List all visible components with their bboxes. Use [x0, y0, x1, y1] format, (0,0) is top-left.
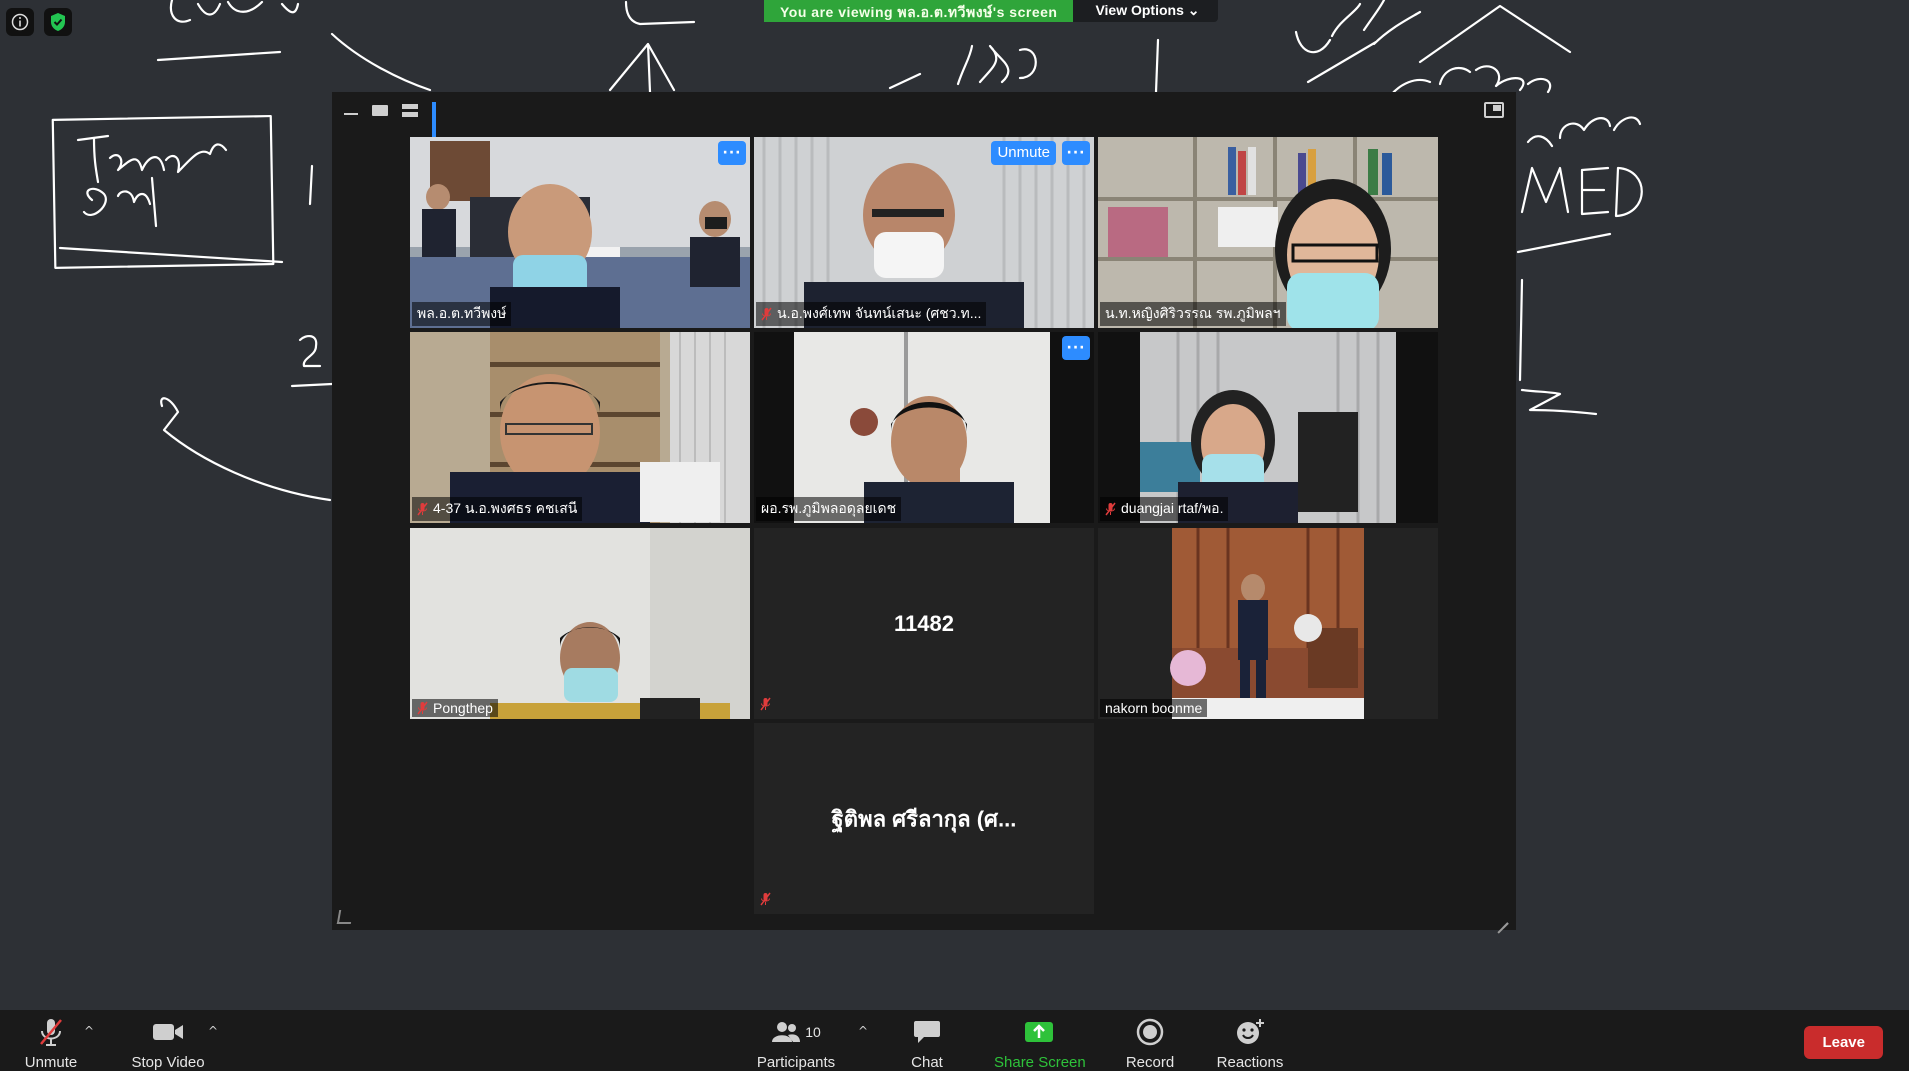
chat-label: Chat	[911, 1054, 943, 1071]
minimize-icon[interactable]	[344, 113, 358, 115]
participant-name: nakorn boonme	[1100, 699, 1208, 717]
participant-display-name: 11482	[894, 610, 954, 636]
video-options-caret-icon[interactable]: ^	[208, 1024, 218, 1038]
participant-name: duangjai rtaf/พอ.	[1100, 497, 1229, 521]
participant-name: น.ท.หญิงศิริวรรณ รพ.ภูมิพลฯ	[1100, 302, 1286, 326]
more-options-button[interactable]: ···	[1062, 336, 1090, 360]
participants-button[interactable]: 10 Participants	[754, 1016, 838, 1071]
strip-view-icon[interactable]	[402, 103, 418, 117]
participant-video	[1098, 332, 1438, 523]
layout-switcher	[344, 102, 448, 138]
record-button[interactable]: Record	[1124, 1016, 1176, 1071]
unmute-button[interactable]: Unmute	[20, 1016, 82, 1071]
participant-video	[410, 528, 750, 719]
video-camera-icon	[130, 1016, 206, 1048]
resize-handle-right[interactable]	[1496, 912, 1508, 924]
participants-options-caret-icon[interactable]: ^	[858, 1024, 868, 1038]
video-tile[interactable]: ฐิติพล ศรีลากุล (ศ...	[754, 723, 1094, 914]
resize-handle-left[interactable]	[336, 910, 354, 924]
participant-name-text: น.ท.หญิงศิริวรรณ รพ.ภูมิพลฯ	[1105, 305, 1281, 321]
participants-icon: 10	[754, 1016, 838, 1048]
mic-muted-icon	[760, 891, 771, 910]
stop-video-label: Stop Video	[131, 1054, 205, 1071]
participant-name-text: 4-37 น.อ.พงศธร คชเสนี	[433, 500, 578, 516]
gallery-grid-icon[interactable]	[432, 102, 448, 138]
video-tile[interactable]: nakorn boonme	[1098, 528, 1438, 719]
stop-video-button[interactable]: Stop Video	[130, 1016, 206, 1071]
chat-bubble-icon	[902, 1016, 952, 1048]
mic-muted-icon	[417, 701, 428, 715]
screen-share-banner: You are viewing พล.อ.ต.ทวีพงษ์'s screen …	[764, 0, 1218, 22]
participant-name-text: ผอ.รพ.ภูมิพลอดุลยเดช	[761, 500, 897, 516]
audio-options-caret-icon[interactable]: ^	[84, 1024, 94, 1038]
mic-muted-icon	[760, 696, 771, 715]
shield-icon[interactable]	[44, 8, 72, 36]
unmute-label: Unmute	[24, 1054, 78, 1071]
chat-button[interactable]: Chat	[902, 1016, 952, 1071]
info-icon[interactable]	[6, 8, 34, 36]
more-label: ···	[722, 145, 742, 161]
reactions-smiley-icon	[1216, 1016, 1284, 1048]
meeting-toolbar: Unmute ^ Stop Video ^ 10 Participants ^ …	[0, 1010, 1909, 1071]
record-icon	[1124, 1016, 1176, 1048]
participant-display-name: ฐิติพล ศรีลากุล (ศ...	[831, 806, 1017, 831]
video-tile[interactable]: 11482	[754, 528, 1094, 719]
participant-video	[410, 332, 750, 523]
leave-meeting-button[interactable]: Leave	[1804, 1026, 1883, 1059]
share-screen-icon	[994, 1016, 1084, 1048]
participant-name: ผอ.รพ.ภูมิพลอดุลยเดช	[756, 497, 902, 521]
participants-label: Participants	[756, 1054, 836, 1071]
speaker-view-icon[interactable]	[372, 104, 388, 116]
video-tile[interactable]: ··· พล.อ.ต.ทวีพงษ์	[410, 137, 750, 328]
record-label: Record	[1125, 1054, 1175, 1071]
more-options-button[interactable]: ···	[1062, 141, 1090, 165]
more-label: ···	[1066, 145, 1086, 161]
participant-name-text: duangjai rtaf/พอ.	[1121, 500, 1224, 516]
video-tile[interactable]: 4-37 น.อ.พงศธร คชเสนี	[410, 332, 750, 523]
participant-name: น.อ.พงศ์เทพ จันทน์เสนะ (ศชว.ท...	[756, 302, 987, 326]
participant-count: 10	[805, 1024, 821, 1040]
video-tile[interactable]: duangjai rtaf/พอ.	[1098, 332, 1438, 523]
participant-video	[754, 137, 1094, 328]
gallery-view-window: ··· พล.อ.ต.ทวีพงษ์ Unmute ··· น.อ.พงศ์เท…	[332, 92, 1516, 930]
participant-video	[410, 137, 750, 328]
participant-name-text: nakorn boonme	[1105, 700, 1203, 716]
more-label: ···	[1066, 340, 1086, 356]
exit-fullscreen-icon[interactable]	[1484, 102, 1504, 118]
participant-name-text: น.อ.พงศ์เทพ จันทน์เสนะ (ศชว.ท...	[777, 305, 982, 321]
mic-muted-icon	[1105, 502, 1116, 516]
view-options-label: View Options	[1095, 2, 1184, 18]
more-options-button[interactable]: ···	[718, 141, 746, 165]
participant-video	[1098, 137, 1438, 328]
chevron-down-icon: ⌄	[1187, 2, 1200, 18]
unmute-participant-button[interactable]: Unmute	[991, 141, 1056, 165]
video-tile[interactable]: Pongthep	[410, 528, 750, 719]
mic-muted-icon	[417, 502, 428, 516]
reactions-label: Reactions	[1216, 1054, 1284, 1071]
participant-video	[754, 332, 1094, 523]
mic-muted-icon	[761, 307, 772, 321]
viewing-screen-label: You are viewing พล.อ.ต.ทวีพงษ์'s screen	[764, 0, 1074, 22]
video-tile-active-speaker[interactable]: ··· ผอ.รพ.ภูมิพลอดุลยเดช	[754, 332, 1094, 523]
participant-name: พล.อ.ต.ทวีพงษ์	[412, 302, 512, 326]
meeting-info-area	[6, 8, 72, 36]
share-screen-label: Share Screen	[994, 1054, 1086, 1071]
participant-name-text: Pongthep	[433, 700, 493, 716]
share-screen-button[interactable]: Share Screen	[994, 1016, 1086, 1071]
reactions-button[interactable]: Reactions	[1216, 1016, 1284, 1071]
participant-name: 4-37 น.อ.พงศธร คชเสนี	[412, 497, 583, 521]
microphone-muted-icon	[20, 1016, 82, 1048]
participant-video	[1098, 528, 1438, 719]
participant-name-text: พล.อ.ต.ทวีพงษ์	[417, 305, 507, 321]
video-tile[interactable]: น.ท.หญิงศิริวรรณ รพ.ภูมิพลฯ	[1098, 137, 1438, 328]
view-options-button[interactable]: View Options ⌄	[1073, 0, 1218, 22]
video-tile[interactable]: Unmute ··· น.อ.พงศ์เทพ จันทน์เสนะ (ศชว.ท…	[754, 137, 1094, 328]
participant-name: Pongthep	[412, 699, 498, 717]
